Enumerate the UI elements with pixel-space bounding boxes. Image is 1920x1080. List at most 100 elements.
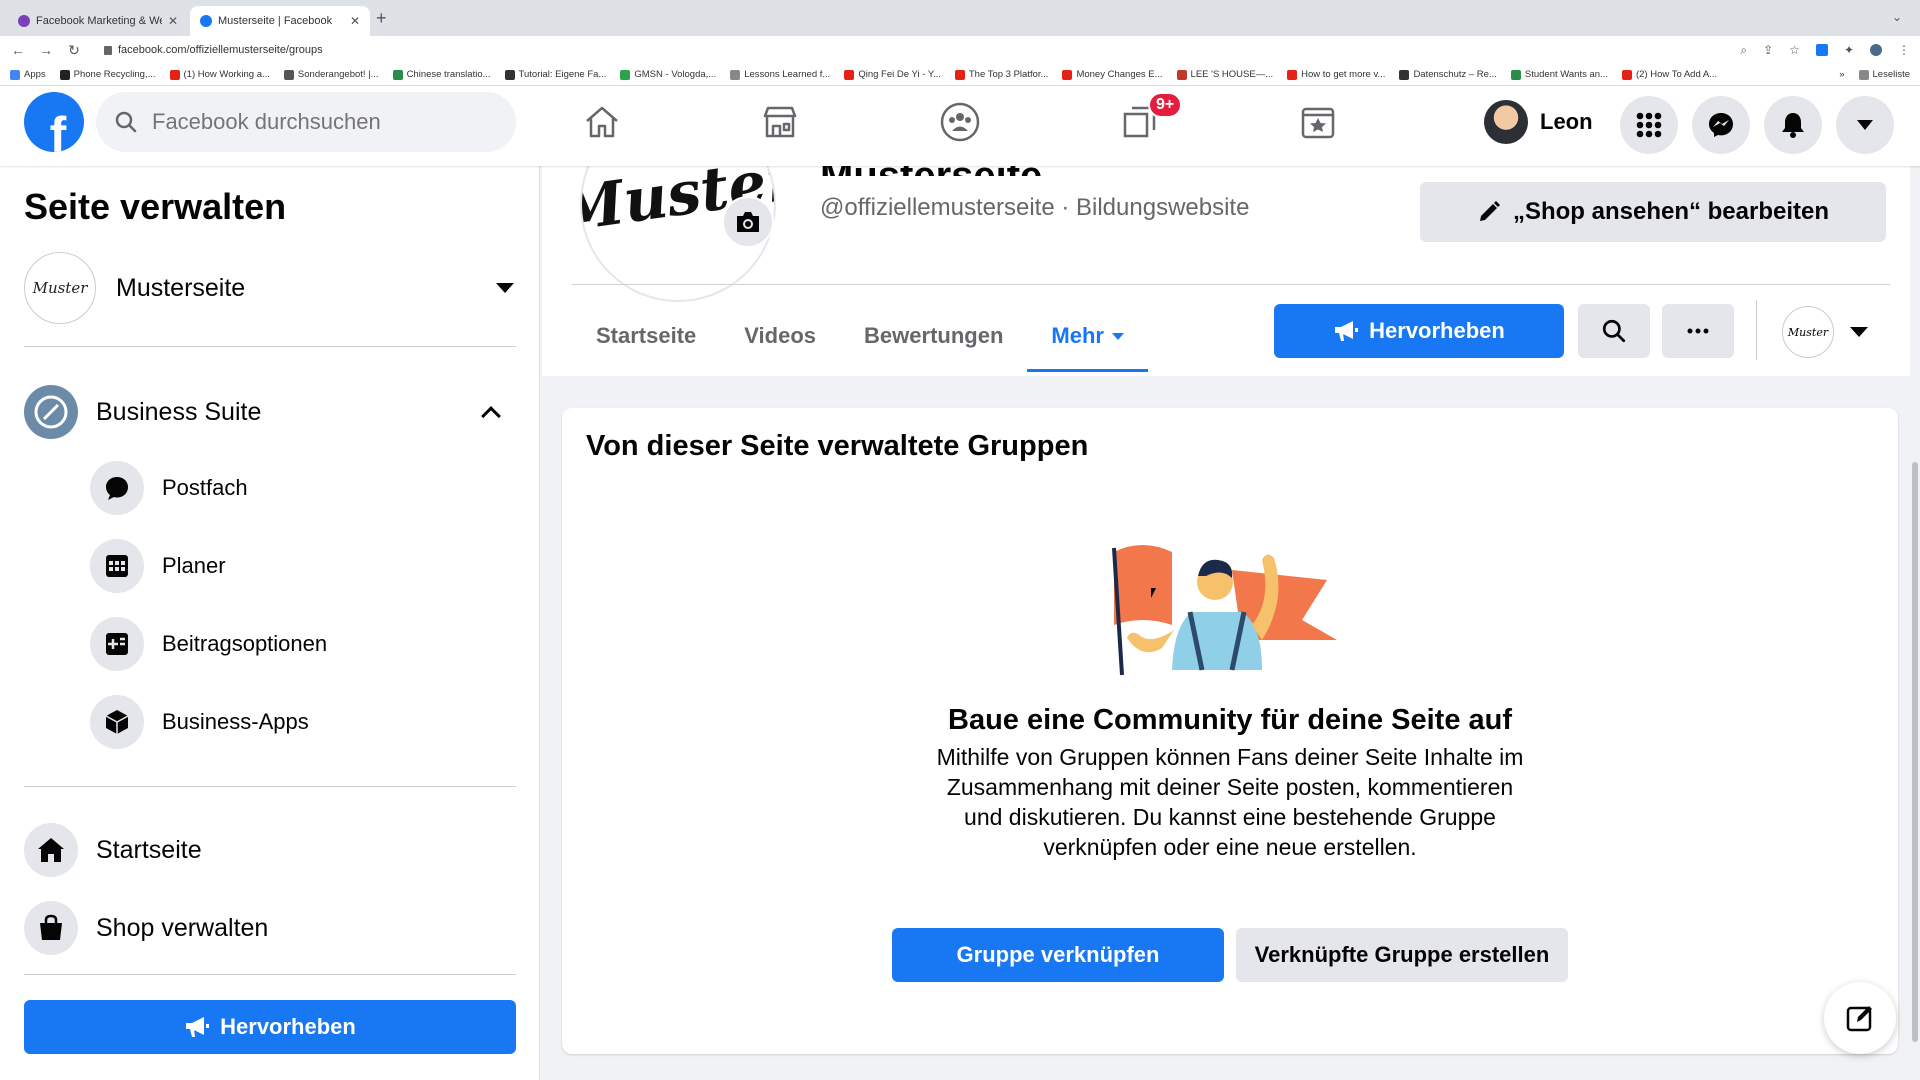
sidebar-item-postfach[interactable]: Postfach xyxy=(90,460,490,516)
reload-icon[interactable]: ↻ xyxy=(66,42,82,59)
messenger-button[interactable] xyxy=(1692,96,1750,154)
edit-shop-label: „Shop ansehen“ bearbeiten xyxy=(1512,198,1830,225)
caret-down-icon xyxy=(1850,327,1868,337)
bookmark-item[interactable]: (2) How To Add A... xyxy=(1621,69,1717,80)
sidebar-item-shop-verwalten[interactable]: Shop verwalten xyxy=(24,900,424,956)
search-input[interactable] xyxy=(152,109,492,135)
browser-menu-icon[interactable]: ⋮ xyxy=(1898,43,1910,57)
sidebar-item-label: Shop verwalten xyxy=(96,913,269,942)
sidebar-item-startseite[interactable]: Startseite xyxy=(24,822,424,878)
page-scrollbar[interactable] xyxy=(1910,166,1920,1080)
bookmarks-bar: Apps Phone Recycling,... (1) How Working a… xyxy=(0,64,1920,86)
back-arrow-icon[interactable]: ← xyxy=(10,42,26,58)
bookmark-item[interactable]: Chinese translatio... xyxy=(392,69,491,80)
url-field[interactable]: facebook.com/offiziellemusterseite/group… xyxy=(104,44,323,56)
megaphone-icon xyxy=(1335,321,1359,341)
bookmark-label: Qing Fei De Yi - Y... xyxy=(858,69,941,80)
nav-favorites-icon[interactable] xyxy=(1296,100,1340,144)
tab-startseite[interactable]: Startseite xyxy=(572,296,720,376)
business-suite-toggle[interactable]: Business Suite xyxy=(24,384,504,440)
zoom-icon[interactable]: ⌕ xyxy=(1740,43,1747,58)
page-search-button[interactable] xyxy=(1578,304,1650,358)
nav-home-icon[interactable] xyxy=(580,100,624,144)
tab-favicon-icon xyxy=(18,15,30,27)
extensions-puzzle-icon[interactable]: ✦ xyxy=(1844,43,1854,57)
bookmark-item[interactable]: Money Changes E... xyxy=(1062,69,1163,80)
bookmark-item[interactable]: Datenschutz – Re... xyxy=(1399,69,1497,80)
bookmark-item[interactable]: Lessons Learned f... xyxy=(730,69,830,80)
sidebar-item-label: Beitragsoptionen xyxy=(162,631,328,656)
more-options-button[interactable] xyxy=(1662,304,1734,358)
forward-arrow-icon[interactable]: → xyxy=(38,42,54,58)
star-icon[interactable]: ☆ xyxy=(1789,43,1800,57)
compose-icon xyxy=(1846,1006,1872,1032)
bookmark-item[interactable]: GMSN - Vologda,... xyxy=(620,69,716,80)
sidebar-item-label: Planer xyxy=(162,553,226,578)
bookmark-favicon-icon xyxy=(730,69,741,80)
divider xyxy=(1756,300,1757,360)
bookmark-label: Lessons Learned f... xyxy=(744,69,831,80)
tab-mehr[interactable]: Mehr xyxy=(1027,296,1148,376)
bookmark-label: Tutorial: Eigene Fa... xyxy=(518,69,607,80)
menu-grid-button[interactable] xyxy=(1620,96,1678,154)
close-icon[interactable]: ✕ xyxy=(168,14,178,28)
bookmark-item[interactable]: Phone Recycling,... xyxy=(59,69,156,80)
bookmark-item[interactable]: (1) How Working a... xyxy=(169,69,270,80)
profile-avatar-icon[interactable] xyxy=(1870,44,1882,56)
tab-search-chevron-icon[interactable]: ⌄ xyxy=(1892,10,1902,24)
mouse-cursor-icon xyxy=(1151,588,1156,598)
divider xyxy=(572,284,1890,285)
share-icon[interactable]: ⇪ xyxy=(1763,43,1773,57)
divider xyxy=(24,346,516,347)
edit-shop-button[interactable]: „Shop ansehen“ bearbeiten xyxy=(1420,182,1886,242)
bookmark-favicon-icon xyxy=(1621,69,1632,80)
link-group-button[interactable]: Gruppe verknüpfen xyxy=(892,928,1224,982)
notifications-button[interactable] xyxy=(1764,96,1822,154)
nav-groups-icon[interactable] xyxy=(938,100,982,144)
bookmark-label: LEE 'S HOUSE—... xyxy=(1190,69,1274,80)
new-tab-icon[interactable]: + xyxy=(376,8,387,29)
facebook-logo-icon[interactable]: f xyxy=(24,92,84,152)
bookmark-label: GMSN - Vologda,... xyxy=(634,69,717,80)
browser-tab-bar: Facebook Marketing & Werbe ✕ Musterseite… xyxy=(0,0,1920,36)
bookmark-item[interactable]: How to get more v... xyxy=(1287,69,1385,80)
camera-button[interactable] xyxy=(722,196,774,248)
bookmark-item[interactable]: Sonderangebot! |... xyxy=(283,69,379,80)
profile-button[interactable]: Leon xyxy=(1484,100,1593,144)
facebook-search[interactable] xyxy=(96,92,516,152)
more-bookmarks-icon[interactable]: » xyxy=(1839,69,1844,80)
bookmark-item[interactable]: Tutorial: Eigene Fa... xyxy=(504,69,607,80)
close-icon[interactable]: ✕ xyxy=(350,14,360,28)
bookmark-item[interactable]: Student Wants an... xyxy=(1510,69,1608,80)
cta-description: Mithilfe von Gruppen können Fans deiner … xyxy=(936,744,1524,860)
browser-tab[interactable]: Facebook Marketing & Werbe ✕ xyxy=(8,6,188,36)
bookmark-item[interactable]: Apps xyxy=(10,69,46,80)
tab-label: Videos xyxy=(744,323,817,348)
facebook-extension-icon[interactable] xyxy=(1815,44,1828,56)
sidebar-promote-button[interactable]: Hervorheben xyxy=(24,1000,516,1054)
bookmark-item[interactable]: The Top 3 Platfor... xyxy=(954,69,1048,80)
sidebar-item-planer[interactable]: Planer xyxy=(90,538,490,594)
reading-list[interactable]: Leseliste xyxy=(1858,69,1910,80)
sidebar-item-business-apps[interactable]: Business-Apps xyxy=(90,694,490,750)
page-profile-switcher[interactable]: Muster xyxy=(1782,306,1868,358)
account-menu-button[interactable] xyxy=(1836,96,1894,154)
tab-videos[interactable]: Videos xyxy=(720,296,840,376)
bookmark-item[interactable]: Qing Fei De Yi - Y... xyxy=(844,69,941,80)
grid-icon xyxy=(1636,112,1662,138)
post-options-icon xyxy=(90,617,144,671)
manage-page-sidebar: Seite verwalten Muster Musterseite Busin… xyxy=(0,166,540,1080)
bookmark-favicon-icon xyxy=(1062,69,1073,80)
nav-marketplace-icon[interactable] xyxy=(758,100,802,144)
browser-tab-active[interactable]: Musterseite | Facebook ✕ xyxy=(190,6,370,36)
bookmark-favicon-icon xyxy=(1176,69,1187,80)
page-switcher[interactable]: Muster Musterseite xyxy=(24,252,514,324)
create-linked-group-button[interactable]: Verknüpfte Gruppe erstellen xyxy=(1236,928,1568,982)
bookmark-item[interactable]: LEE 'S HOUSE—... xyxy=(1176,69,1274,80)
sidebar-item-beitragsoptionen[interactable]: Beitragsoptionen xyxy=(90,616,490,672)
sidebar-promote-label: Hervorheben xyxy=(220,1014,356,1039)
new-message-button[interactable] xyxy=(1824,982,1896,1054)
tab-bewertungen[interactable]: Bewertungen xyxy=(840,296,1027,376)
scrollbar-thumb[interactable] xyxy=(1912,462,1918,1042)
promote-button[interactable]: Hervorheben xyxy=(1274,304,1564,358)
